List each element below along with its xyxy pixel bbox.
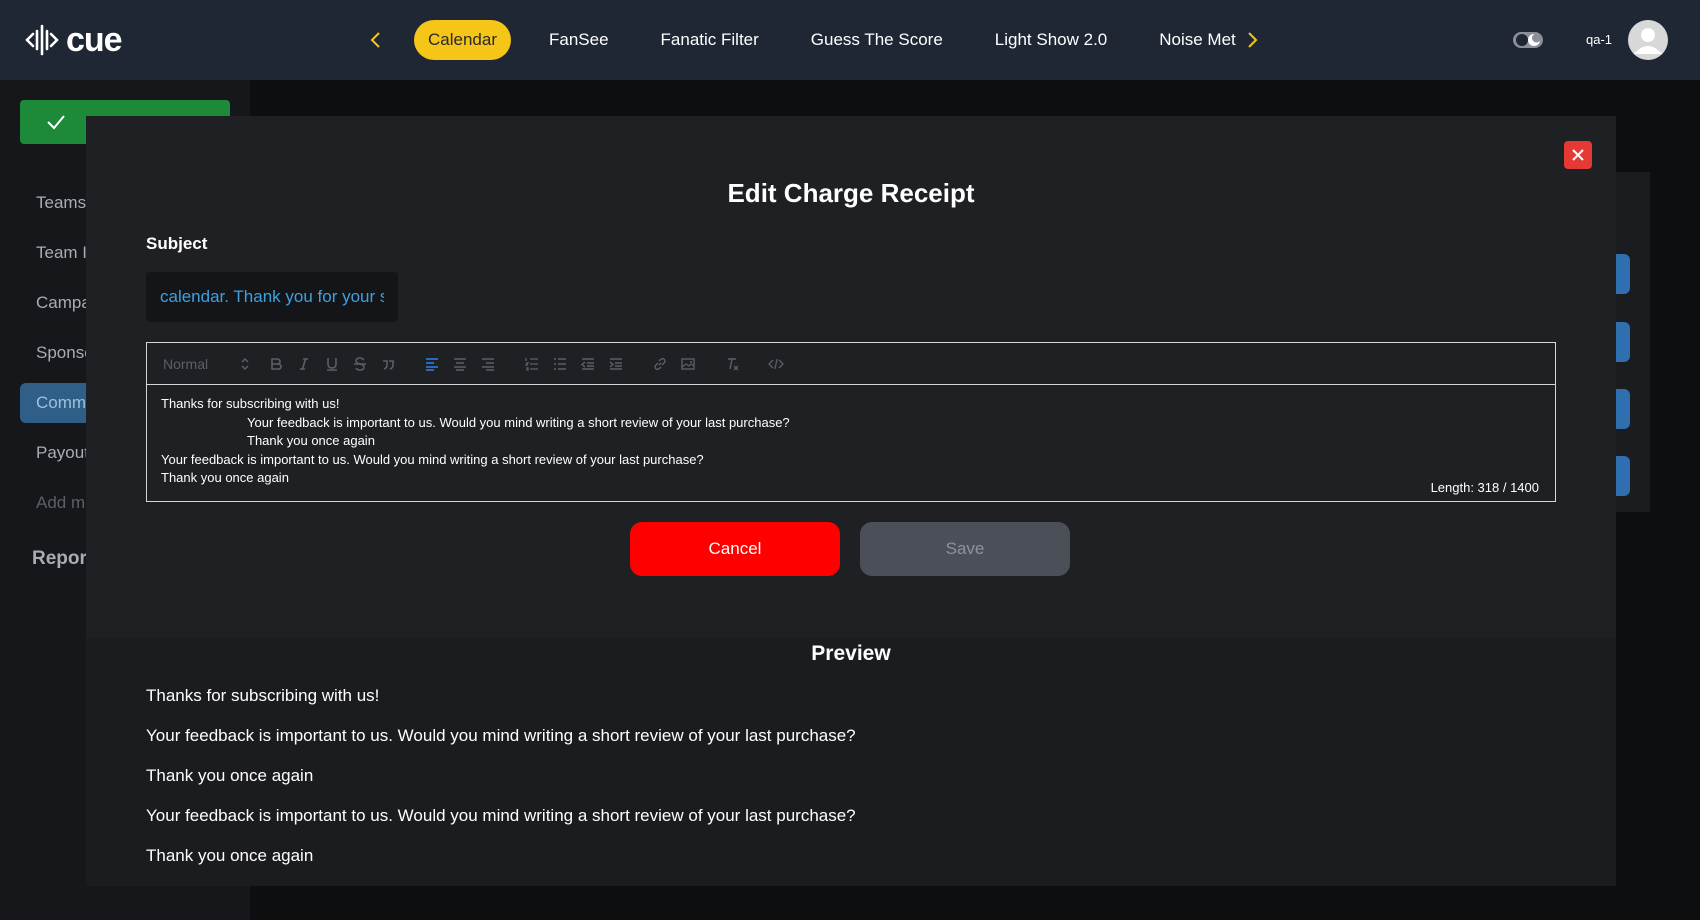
header-format-select[interactable]: Normal	[163, 356, 249, 372]
align-left-icon[interactable]	[423, 355, 441, 373]
preview-title: Preview	[811, 642, 891, 665]
preview-line: Thank you once again	[146, 846, 314, 865]
user-avatar[interactable]	[1628, 20, 1668, 60]
tab-guess-the-score[interactable]: Guess The Score	[797, 20, 957, 60]
clear-format-icon[interactable]	[723, 355, 741, 373]
ordered-list-icon[interactable]	[523, 355, 541, 373]
editor-line: Thank you once again	[247, 433, 375, 448]
tab-fanatic-filter[interactable]: Fanatic Filter	[647, 20, 773, 60]
modal-title: Edit Charge Receipt	[727, 178, 975, 208]
sidebar-item-team-i[interactable]: Team I	[36, 243, 87, 263]
blockquote-icon[interactable]	[379, 355, 397, 373]
check-icon	[47, 115, 65, 130]
editor-line: Your feedback is important to us. Would …	[161, 451, 704, 467]
app-tabs: Calendar FanSee Fanatic Filter Guess The…	[414, 20, 1274, 60]
tab-light-show[interactable]: Light Show 2.0	[981, 20, 1121, 60]
cancel-button[interactable]: Cancel	[630, 522, 840, 576]
preview-line: Thanks for subscribing with us!	[146, 686, 380, 705]
chevron-right-icon	[1248, 32, 1258, 48]
user-icon	[1634, 28, 1662, 54]
editor-line: Your feedback is important to us. Would …	[247, 414, 790, 430]
bullet-list-icon[interactable]	[551, 355, 569, 373]
edit-charge-receipt-modal: Edit Charge Receipt Subject Normal	[86, 116, 1616, 886]
sidebar-item-campaigns[interactable]: Campa	[36, 293, 91, 313]
code-icon[interactable]	[767, 355, 785, 373]
preview-line: Your feedback is important to us. Would …	[146, 726, 856, 745]
sidebar-section-reports: Report	[32, 548, 94, 569]
editor-line: Thank you once again	[161, 470, 289, 485]
italic-icon[interactable]	[295, 355, 313, 373]
nav-prev-arrow[interactable]	[362, 26, 390, 54]
image-icon[interactable]	[679, 355, 697, 373]
sidebar-item-add[interactable]: Add m	[36, 493, 85, 513]
header-format-value: Normal	[163, 355, 209, 372]
indent-icon[interactable]	[607, 355, 625, 373]
theme-toggle-icon[interactable]	[1512, 28, 1544, 52]
tab-noise-meter[interactable]: Noise Met	[1145, 20, 1250, 60]
tab-fansee[interactable]: FanSee	[535, 20, 623, 60]
save-button[interactable]: Save	[860, 522, 1070, 576]
top-nav-bar: cue Calendar FanSee Fanatic Filter Guess…	[0, 0, 1700, 80]
preview-line: Your feedback is important to us. Would …	[146, 806, 856, 825]
subject-input[interactable]	[146, 272, 398, 322]
editor-toolbar: Normal	[147, 343, 1555, 385]
close-button[interactable]	[1564, 141, 1592, 169]
underline-icon[interactable]	[323, 355, 341, 373]
strikethrough-icon[interactable]	[351, 355, 369, 373]
link-icon[interactable]	[651, 355, 669, 373]
preview-section	[86, 638, 1616, 886]
select-arrows-icon	[241, 357, 249, 370]
preview-line: Thank you once again	[146, 766, 314, 785]
user-name[interactable]: qa-1	[1586, 32, 1612, 47]
align-right-icon[interactable]	[479, 355, 497, 373]
sidebar-item-payout[interactable]: Payout	[36, 443, 89, 463]
subject-label: Subject	[146, 234, 208, 253]
chevron-left-icon	[370, 32, 380, 48]
rich-text-editor: Normal Thanks for subscribing with us! Y…	[146, 342, 1556, 502]
sidebar-item-teams[interactable]: Teams	[36, 193, 86, 213]
align-center-icon[interactable]	[451, 355, 469, 373]
tab-calendar[interactable]: Calendar	[414, 20, 511, 60]
close-icon	[1572, 149, 1584, 161]
outdent-icon[interactable]	[579, 355, 597, 373]
bold-icon[interactable]	[267, 355, 285, 373]
editor-line: Thanks for subscribing with us!	[161, 396, 340, 411]
length-counter: Length: 318 / 1400	[1430, 479, 1539, 495]
nav-next-arrow[interactable]	[1238, 26, 1266, 54]
editor-content[interactable]: Thanks for subscribing with us! Your fee…	[147, 385, 1555, 501]
cue-waveform-icon	[25, 24, 59, 56]
logo-text: cue	[66, 20, 123, 59]
cue-logo[interactable]: cue	[24, 20, 123, 60]
